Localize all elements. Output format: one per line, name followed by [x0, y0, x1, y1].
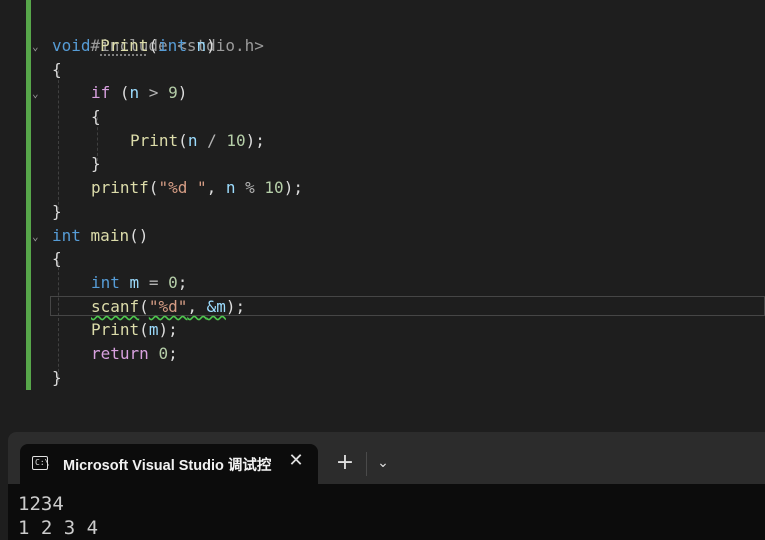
- number-literal: 10: [226, 131, 246, 150]
- code-line[interactable]: }: [52, 200, 62, 224]
- code-line[interactable]: int m = 0;: [91, 271, 187, 295]
- number-literal: 0: [168, 273, 178, 292]
- parameter: n: [225, 178, 236, 197]
- number-literal: 9: [168, 83, 178, 102]
- debug-console-window[interactable]: C:\ Microsoft Visual Studio 调试控 ✕ + ⌄ 12…: [8, 432, 765, 540]
- fold-chevron-icon[interactable]: ⌄: [32, 88, 44, 100]
- console-icon-label: C:\: [35, 458, 50, 467]
- chevron-down-icon[interactable]: ⌄: [372, 452, 394, 474]
- new-tab-button[interactable]: +: [334, 452, 356, 474]
- function-name: scanf: [91, 297, 140, 316]
- punctuation: (: [139, 297, 149, 316]
- indent-guide: [58, 262, 59, 382]
- operator: =: [139, 273, 169, 292]
- keyword: void: [52, 36, 91, 55]
- terminal-tab[interactable]: C:\ Microsoft Visual Studio 调试控 ✕: [20, 444, 318, 484]
- function-name: printf: [91, 178, 149, 197]
- brace: }: [91, 154, 101, 173]
- punctuation: ): [177, 83, 188, 102]
- keyword: int: [52, 226, 81, 245]
- code-line[interactable]: {: [52, 247, 62, 271]
- punctuation: ;: [177, 273, 188, 292]
- code-line[interactable]: {: [52, 58, 62, 82]
- brace: }: [52, 202, 62, 221]
- parameter: n: [187, 131, 198, 150]
- code-line[interactable]: printf("%d ", n % 10);: [91, 176, 303, 200]
- function-name: Print: [130, 131, 179, 150]
- keyword: int: [91, 273, 120, 292]
- function-name: main: [90, 226, 130, 245]
- code-line[interactable]: Print(n / 10);: [130, 129, 265, 153]
- code-line[interactable]: {: [91, 105, 101, 129]
- code-line[interactable]: }: [52, 366, 62, 390]
- brace: {: [91, 107, 101, 126]
- function-name: Print: [100, 36, 149, 55]
- close-icon[interactable]: ✕: [285, 450, 307, 472]
- punctuation: ,: [206, 178, 226, 197]
- number-literal: 10: [264, 178, 284, 197]
- punctuation: (: [178, 131, 188, 150]
- punctuation: (: [139, 320, 149, 339]
- punctuation: ): [206, 36, 216, 55]
- string-literal: "%d": [148, 297, 188, 316]
- variable: m: [129, 273, 140, 292]
- parameter: n: [196, 36, 207, 55]
- punctuation: ;: [168, 344, 178, 363]
- operator: >: [139, 83, 169, 102]
- punctuation: );: [225, 297, 246, 316]
- parameter: n: [129, 83, 140, 102]
- code-line[interactable]: return 0;: [91, 342, 178, 366]
- punctuation: ,: [187, 297, 207, 316]
- console-output-line: 1234: [18, 493, 64, 515]
- punctuation: );: [158, 320, 178, 339]
- string-literal: "%d ": [158, 178, 207, 197]
- change-indicator-bar: [26, 0, 31, 390]
- tab-separator: [366, 452, 367, 476]
- variable: &m: [206, 297, 226, 316]
- operator: %: [235, 178, 265, 197]
- brace: {: [52, 60, 62, 79]
- console-output-line: 1 2 3 4: [18, 517, 99, 539]
- code-line[interactable]: #include <stdio.h>: [52, 10, 264, 55]
- code-line[interactable]: scanf("%d", &m);: [91, 295, 245, 319]
- punctuation: (: [148, 36, 158, 55]
- code-line[interactable]: if (n > 9): [91, 81, 187, 105]
- code-editor[interactable]: ⌄ ⌄ ⌄ #include <stdio.h> void Print(int …: [0, 0, 765, 432]
- variable: m: [148, 320, 159, 339]
- indent-guide: [58, 70, 59, 210]
- number-literal: 0: [158, 344, 169, 363]
- keyword: if: [91, 83, 111, 102]
- code-line[interactable]: }: [91, 152, 101, 176]
- code-line[interactable]: int main(): [52, 224, 148, 248]
- fold-chevron-icon[interactable]: ⌄: [32, 231, 44, 243]
- punctuation: );: [245, 131, 265, 150]
- keyword: int: [157, 36, 187, 55]
- console-icon: C:\: [32, 456, 50, 470]
- function-name: Print: [91, 320, 140, 339]
- brace: }: [52, 368, 62, 387]
- operator: /: [197, 131, 227, 150]
- punctuation: );: [283, 178, 303, 197]
- punctuation: (: [148, 178, 159, 197]
- keyword: return: [91, 344, 149, 363]
- brace: {: [52, 249, 62, 268]
- terminal-tab-bar: C:\ Microsoft Visual Studio 调试控 ✕ + ⌄: [8, 432, 765, 484]
- code-line[interactable]: void Print(int n): [52, 34, 216, 58]
- code-line[interactable]: Print(m);: [91, 318, 178, 342]
- punctuation: (): [129, 226, 149, 245]
- punctuation: (: [110, 83, 130, 102]
- tab-title: Microsoft Visual Studio 调试控: [63, 458, 272, 474]
- fold-chevron-icon[interactable]: ⌄: [32, 41, 44, 53]
